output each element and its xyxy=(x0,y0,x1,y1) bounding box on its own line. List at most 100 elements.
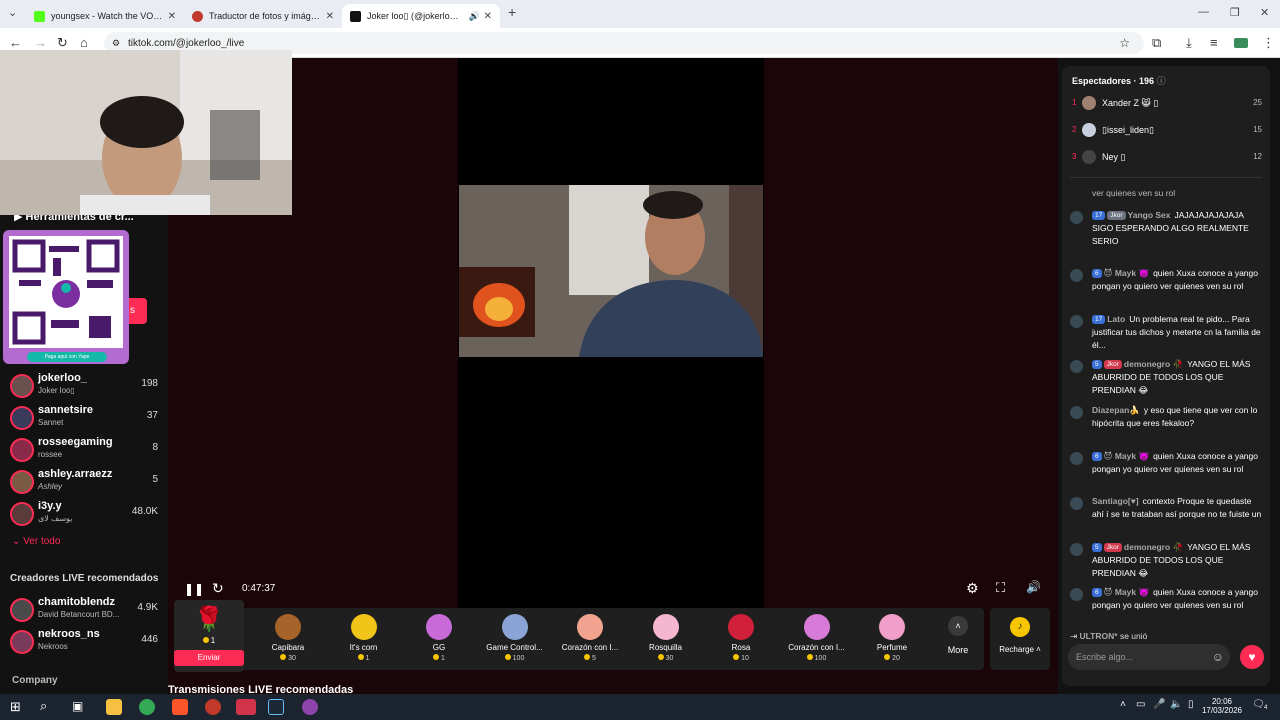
window-close-icon[interactable]: ✕ xyxy=(1260,6,1269,19)
recommended-item[interactable]: chamitoblendz David Betancourt BD... 4.9… xyxy=(10,596,160,626)
site-info-icon[interactable]: ⚙ xyxy=(112,38,120,49)
chrome-icon[interactable] xyxy=(139,699,155,715)
obs-icon[interactable] xyxy=(205,699,221,715)
volume-icon[interactable]: 🔊 xyxy=(1026,580,1041,594)
gift-item[interactable]: Perfume 20 xyxy=(858,614,926,666)
task-view-icon[interactable]: ▣ xyxy=(72,699,83,713)
voice-app-icon[interactable] xyxy=(236,699,256,715)
windows-start-icon[interactable]: ⊞ xyxy=(10,699,21,715)
close-icon[interactable]: ✕ xyxy=(168,11,176,22)
chat-username[interactable]: 😈 Mayk 👿 xyxy=(1104,587,1149,597)
chat-message[interactable]: 5 Jkor demonegro 🥀 YANGO EL MÁS ABURRIDO DE… xyxy=(1070,358,1262,397)
close-icon[interactable]: ✕ xyxy=(484,11,492,22)
selected-gift[interactable]: 🌹 1 Enviar xyxy=(174,600,244,672)
playlist-icon[interactable]: ≡ xyxy=(1210,35,1218,50)
tray-chevron-icon[interactable]: ˄ xyxy=(1120,699,1126,710)
gift-item[interactable]: GG 1 xyxy=(405,614,473,666)
chat-message[interactable]: 6 😈 Mayk 👿 quien Xuxa conoce a yango ponga… xyxy=(1070,450,1262,476)
fullscreen-icon[interactable]: ⛶ xyxy=(996,580,1005,596)
brave-icon[interactable] xyxy=(172,699,188,715)
tab-translator[interactable]: Traductor de fotos y imágenes ✕ xyxy=(184,4,342,28)
reload-icon[interactable]: ↻ xyxy=(57,35,68,51)
extensions-icon[interactable]: ⧉ xyxy=(1152,35,1161,51)
kick-favicon-icon xyxy=(34,10,45,22)
chat-username[interactable]: Santiago[♥] xyxy=(1092,496,1139,506)
home-icon[interactable]: ⌂ xyxy=(80,35,88,50)
more-gifts-button[interactable]: ˄ More xyxy=(938,616,978,666)
file-explorer-icon[interactable] xyxy=(106,699,122,715)
send-gift-button[interactable]: Enviar xyxy=(174,650,244,666)
chat-message[interactable]: Diazepan🍌 y eso que tiene que ver con lo … xyxy=(1070,404,1262,430)
chat-username[interactable]: Lato xyxy=(1107,314,1125,324)
search-icon[interactable]: ⌕ xyxy=(40,698,47,714)
pause-icon[interactable]: ❚❚ xyxy=(184,582,204,596)
chat-input[interactable]: Escribe algo... ☺ xyxy=(1068,644,1230,670)
gift-item[interactable]: Capibara 30 xyxy=(254,614,322,666)
tab-tiktok[interactable]: Joker loo▯ (@jokerloo_) e 🔊 ✕ xyxy=(342,4,500,28)
forward-icon[interactable]: → xyxy=(34,35,47,50)
steam-icon[interactable] xyxy=(268,699,284,715)
following-item[interactable]: ashley.arraezz Ashley 5 xyxy=(10,468,160,498)
top-viewer[interactable]: 2 ▯issei_liden▯ 15 xyxy=(1072,121,1266,141)
like-heart-button[interactable]: ♥ xyxy=(1240,645,1264,669)
live-player[interactable]: ❚❚ ↻ 0:47:37 ⚙ ⛶ 🔊 🌹 1 Enviar Capibara 30… xyxy=(168,58,1058,696)
tab-search-icon[interactable]: ⌄ xyxy=(8,6,17,19)
network-icon[interactable]: ▭ xyxy=(1136,699,1145,710)
mic-icon[interactable]: 🎤 xyxy=(1153,699,1165,710)
following-item[interactable]: jokerloo_ Joker loo▯ 198 xyxy=(10,372,160,402)
chat-message[interactable]: 17 Jkor Yango Sex JAJAJAJAJAJAJA SIGO ESPER… xyxy=(1070,209,1262,248)
minimize-icon[interactable]: — xyxy=(1198,6,1209,18)
info-icon[interactable]: ⓘ xyxy=(1157,76,1166,86)
gift-item[interactable]: Rosa 10 xyxy=(707,614,775,666)
chat-username[interactable]: 😈 Mayk 👿 xyxy=(1104,268,1149,278)
tab-kick[interactable]: youngsex - Watch the VOD on ✕ xyxy=(26,4,184,28)
gift-item[interactable]: Game Control... 100 xyxy=(481,614,549,666)
profile-icon[interactable] xyxy=(1234,38,1248,48)
chat-username[interactable]: 😈 Mayk 👿 xyxy=(1104,451,1149,461)
url-text: tiktok.com/@jokerloo_/live xyxy=(128,37,245,49)
see-all-link[interactable]: ⌄ Ver todo xyxy=(12,536,60,547)
chat-message[interactable]: Santiago[♥] contexto Proque te quedaste a… xyxy=(1070,495,1262,521)
following-item[interactable]: rosseegaming rossee 8 xyxy=(10,436,160,466)
following-item[interactable]: sannetsire Sannet 37 xyxy=(10,404,160,434)
bookmark-star-icon[interactable]: ☆ xyxy=(1119,36,1130,50)
app-icon[interactable] xyxy=(302,699,318,715)
new-tab-icon[interactable]: + xyxy=(508,4,516,20)
clock[interactable]: 20:06 17/03/2026 xyxy=(1200,697,1244,715)
emoji-icon[interactable]: ☺ xyxy=(1212,644,1224,670)
settings-icon[interactable]: ⚙ xyxy=(966,580,979,597)
gift-price: 100 xyxy=(783,654,851,662)
speaker-icon[interactable]: 🔊 xyxy=(469,11,480,22)
notifications-icon[interactable]: 🗨 xyxy=(1252,699,1265,710)
close-icon[interactable]: ✕ xyxy=(326,11,334,22)
browser-tab-bar: ⌄ youngsex - Watch the VOD on ✕ Traducto… xyxy=(0,0,1280,28)
gift-item[interactable]: It's corn 1 xyxy=(330,614,398,666)
download-icon[interactable]: ⤓ xyxy=(1186,35,1192,51)
menu-icon[interactable]: ⋮ xyxy=(1262,35,1275,51)
speaker-tray-icon[interactable]: 🔈 xyxy=(1170,699,1182,710)
chat-message[interactable]: 6 😈 Mayk 👿 quien Xuxa conoce a yango ponga… xyxy=(1070,586,1262,612)
chat-username[interactable]: Yango Sex xyxy=(1128,210,1171,220)
user-badge: 17 xyxy=(1092,315,1106,324)
company-link[interactable]: Company xyxy=(12,675,58,686)
top-viewer[interactable]: 1 Xander Z 😸 ▯ 25 xyxy=(1072,94,1266,114)
restore-icon[interactable]: ❐ xyxy=(1230,6,1240,19)
battery-icon[interactable]: ▯ xyxy=(1188,699,1194,710)
chat-message[interactable]: 6 😈 Mayk 👿 quien Xuxa conoce a yango ponga… xyxy=(1070,267,1262,293)
chat-username[interactable]: demonegro 🥀 xyxy=(1124,542,1183,552)
gift-item[interactable]: Corazón con I... 100 xyxy=(783,614,851,666)
back-icon[interactable]: ← xyxy=(9,35,22,50)
refresh-icon[interactable]: ↻ xyxy=(212,580,224,597)
chat-message[interactable]: 17 Lato Un problema real te pido... Para j… xyxy=(1070,313,1262,352)
top-viewer[interactable]: 3 Ney ▯ 12 xyxy=(1072,148,1266,168)
chat-message[interactable]: 5 Jkor demonegro 🥀 YANGO EL MÁS ABURRIDO DE… xyxy=(1070,541,1262,580)
following-item[interactable]: i3y.y يوسف لاى 48.0K xyxy=(10,500,160,530)
gift-item[interactable]: Corazón con I... 5 xyxy=(556,614,624,666)
coin-icon xyxy=(884,654,891,660)
chat-username[interactable]: Diazepan🍌 xyxy=(1092,405,1140,415)
chat-username[interactable]: demonegro 🥀 xyxy=(1124,359,1183,369)
recommended-item[interactable]: nekroos_ns Nekroos 446 xyxy=(10,628,160,658)
gift-item[interactable]: Rosquilla 30 xyxy=(632,614,700,666)
viewer-score: 15 xyxy=(1253,125,1262,134)
recharge-button[interactable]: ♪ Recharge ˄ xyxy=(990,608,1050,670)
